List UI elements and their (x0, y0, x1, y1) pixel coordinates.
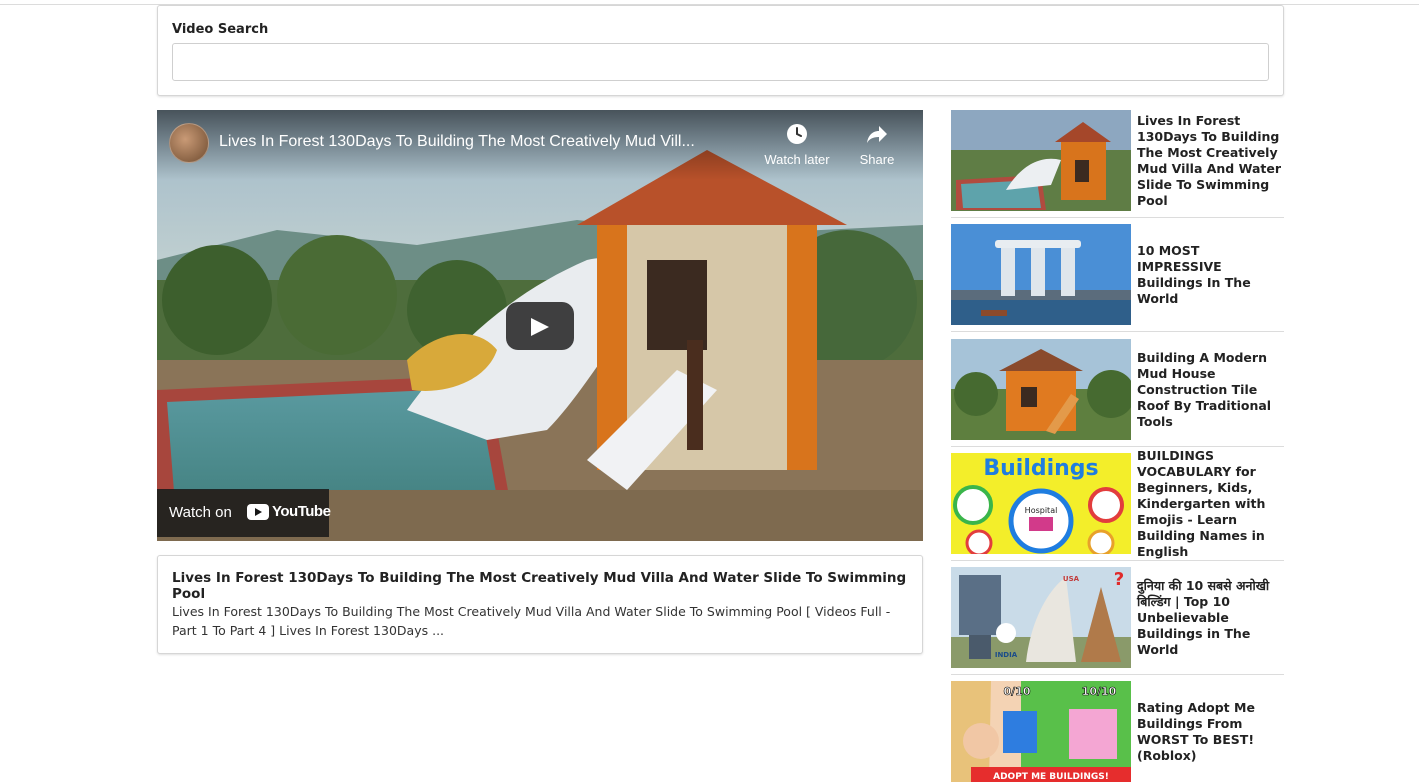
watch-on-youtube-button[interactable]: Watch on YouTube (157, 489, 331, 537)
video-details-card: Lives In Forest 130Days To Building The … (157, 555, 923, 654)
related-video-item[interactable]: 10 MOST IMPRESSIVE Buildings In The Worl… (951, 224, 1284, 338)
divider (951, 674, 1284, 675)
video-thumbnail[interactable]: 0/10 10/10 ADOPT ME BUILDINGS! (951, 681, 1131, 782)
thumbnail-text: ADOPT ME BUILDINGS! (993, 772, 1109, 782)
video-thumbnail[interactable] (951, 224, 1131, 325)
thumbnail-text: USA (1063, 575, 1080, 583)
divider (951, 331, 1284, 332)
related-video-item[interactable]: Buildings Hospital BUILDINGS VOCABULARY … (951, 448, 1284, 567)
related-video-item[interactable]: Building A Modern Mud House Construction… (951, 339, 1284, 453)
video-title: Lives In Forest 130Days To Building The … (172, 570, 907, 602)
watch-on-label: Watch on (169, 504, 232, 521)
channel-avatar[interactable] (169, 123, 209, 163)
related-video-item[interactable]: Lives In Forest 130Days To Building The … (951, 110, 1284, 224)
video-thumbnail[interactable] (951, 339, 1131, 440)
video-description: Lives In Forest 130Days To Building The … (172, 604, 891, 638)
video-thumbnail[interactable]: INDIA USA ? (951, 567, 1131, 668)
search-label: Video Search (172, 22, 269, 37)
video-thumbnail[interactable] (951, 110, 1131, 211)
thumbnail-text: 10/10 (1082, 685, 1117, 698)
svg-text:?: ? (1114, 569, 1124, 590)
related-video-title[interactable]: 10 MOST IMPRESSIVE Buildings In The Worl… (1137, 224, 1283, 325)
play-icon (531, 318, 549, 336)
video-player[interactable]: Lives In Forest 130Days To Building The … (157, 110, 923, 541)
divider (951, 560, 1284, 561)
related-video-title[interactable]: Rating Adopt Me Buildings From WORST To … (1137, 681, 1283, 782)
thumbnail-text: Hospital (1025, 506, 1058, 515)
divider (951, 217, 1284, 218)
search-input[interactable] (172, 43, 1269, 81)
thumbnail-text: 0/10 (1004, 685, 1031, 698)
related-video-title[interactable]: Lives In Forest 130Days To Building The … (1137, 110, 1283, 211)
video-thumbnail[interactable]: Buildings Hospital (951, 453, 1131, 554)
share-button[interactable]: Share (849, 122, 905, 167)
related-video-title[interactable]: Building A Modern Mud House Construction… (1137, 339, 1283, 440)
share-arrow-icon (867, 126, 887, 143)
share-label: Share (859, 152, 895, 167)
related-videos-list: Lives In Forest 130Days To Building The … (951, 110, 1284, 782)
related-video-title[interactable]: BUILDINGS VOCABULARY for Beginners, Kids… (1137, 448, 1283, 559)
youtube-wordmark: YouTube (272, 503, 331, 520)
thumbnail-text: INDIA (995, 651, 1018, 659)
related-video-item[interactable]: INDIA USA ? दुनिया की 10 सबसे अनोखी बिल्… (951, 567, 1284, 681)
player-title[interactable]: Lives In Forest 130Days To Building The … (219, 133, 759, 151)
watch-later-button[interactable]: Watch later (755, 122, 839, 167)
search-panel: Video Search (157, 5, 1284, 96)
related-video-title[interactable]: दुनिया की 10 सबसे अनोखी बिल्डिंग | Top 1… (1137, 567, 1283, 668)
thumbnail-text: Buildings (983, 456, 1098, 481)
related-video-item[interactable]: 0/10 10/10 ADOPT ME BUILDINGS! Rating Ad… (951, 681, 1284, 782)
clock-icon (787, 124, 807, 144)
youtube-logo-icon (247, 504, 269, 520)
play-button[interactable] (506, 302, 574, 350)
watch-later-label: Watch later (764, 152, 830, 167)
